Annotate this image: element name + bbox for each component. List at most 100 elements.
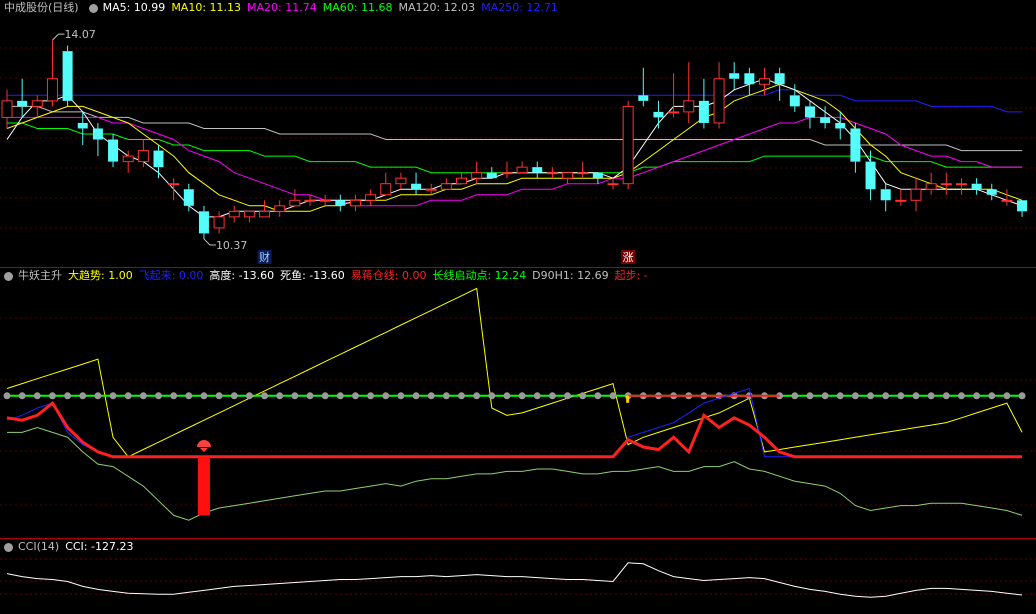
settings-circle-icon[interactable] bbox=[4, 271, 13, 281]
legend-item: MA250: 12.71 bbox=[481, 1, 558, 14]
legend-title: 中成股份(日线) bbox=[4, 1, 79, 14]
d90h1-dot bbox=[336, 392, 344, 400]
candle-body bbox=[213, 216, 225, 229]
d90h1-dot bbox=[957, 392, 965, 400]
candlestick-chart: 14.07 10.37 财 涨 bbox=[0, 28, 1036, 264]
d90h1-dot bbox=[306, 392, 314, 400]
candle-body bbox=[17, 100, 28, 107]
candle-body bbox=[592, 172, 603, 179]
candle-body bbox=[153, 150, 164, 168]
d90h1-dot bbox=[367, 392, 375, 400]
candle-body bbox=[274, 205, 286, 212]
d90h1-dot bbox=[912, 392, 920, 400]
d90h1-dot bbox=[291, 392, 299, 400]
d90h1-dot bbox=[927, 392, 935, 400]
candle-body bbox=[986, 189, 997, 195]
candle-body bbox=[774, 73, 785, 85]
candle-body bbox=[516, 166, 528, 174]
candle-body bbox=[365, 194, 377, 201]
d90h1-dot bbox=[215, 392, 223, 400]
legend-item: MA60: 11.68 bbox=[322, 1, 393, 14]
legend-item: D90H1: 12.69 bbox=[532, 269, 609, 282]
candle-body bbox=[698, 100, 709, 123]
d90h1-dot bbox=[155, 392, 162, 400]
high-label: 14.07 bbox=[64, 28, 96, 41]
settings-circle-icon[interactable] bbox=[4, 542, 13, 552]
candle-body bbox=[395, 177, 407, 185]
legend-item: MA5: 10.99 bbox=[102, 1, 166, 14]
high-marker bbox=[52, 33, 65, 41]
cci-chart bbox=[0, 558, 1036, 598]
d90h1-dot bbox=[942, 392, 950, 400]
cci-title: CCI(14) bbox=[18, 540, 60, 553]
indicator-legend-items: 大趋势: 1.00 飞起来: 0.00 高度: -13.60 死鱼: -13.60 易蒋… bbox=[68, 268, 654, 284]
cci-legend: CCI(14) CCI: -127.23 bbox=[0, 539, 139, 555]
d90h1-dot bbox=[806, 392, 814, 400]
candle-body bbox=[850, 128, 861, 162]
d90h1-dot bbox=[791, 392, 799, 400]
d90h1-dot bbox=[851, 392, 859, 400]
d90h1-dot bbox=[473, 392, 481, 400]
d90h1-dot bbox=[94, 392, 102, 400]
candle-body bbox=[259, 210, 271, 218]
candle-body bbox=[471, 172, 483, 179]
candle-body bbox=[683, 100, 695, 113]
d90h1-dot bbox=[1018, 392, 1026, 400]
signal-cap-icon bbox=[196, 440, 211, 448]
settings-circle-icon[interactable] bbox=[88, 3, 98, 13]
d90h1-dot bbox=[261, 392, 269, 400]
d90h1-dot bbox=[230, 392, 238, 400]
ma5-line bbox=[6, 78, 1023, 218]
d90h1-dot bbox=[276, 392, 284, 400]
candle-body bbox=[92, 128, 103, 140]
d90h1-dot bbox=[518, 392, 526, 400]
candle-body bbox=[865, 161, 876, 190]
candle-body bbox=[425, 188, 437, 191]
legend-item: MA20: 11.74 bbox=[247, 1, 317, 14]
ma-legend-items: MA5: 10.99 MA10: 11.13 MA20: 11.74 MA60: 11… bbox=[103, 0, 564, 16]
d90h1-dot bbox=[594, 392, 602, 400]
candle-body bbox=[243, 210, 255, 218]
candle-body bbox=[910, 188, 922, 201]
legend-item: 易蒋仓线: 0.00 bbox=[350, 269, 427, 282]
cci-line bbox=[6, 562, 1023, 598]
d90h1-dot bbox=[382, 392, 390, 400]
legend-item: 死鱼: -13.60 bbox=[280, 269, 345, 282]
main-chart-legend: 中成股份(日线) MA5: 10.99 MA10: 11.13 MA20: 11.7… bbox=[0, 0, 564, 16]
candle-body bbox=[713, 78, 725, 124]
d90h1-dot bbox=[973, 392, 981, 400]
candle-body bbox=[789, 95, 800, 107]
legend-item: 大趋势: 1.00 bbox=[68, 269, 133, 282]
d90h1-dot bbox=[18, 392, 26, 400]
d90h1-dot bbox=[821, 392, 829, 400]
d90h1-dot bbox=[48, 392, 56, 400]
legend-item: MA120: 12.03 bbox=[398, 1, 476, 14]
d90h1-dot bbox=[882, 392, 890, 400]
candle-body bbox=[108, 139, 119, 162]
d90h1-dot bbox=[124, 392, 132, 400]
legend-item: 长线启动点: 12.24 bbox=[432, 269, 527, 282]
candle-body bbox=[122, 155, 134, 163]
candle-body bbox=[820, 117, 831, 123]
legend-item: MA10: 11.13 bbox=[171, 1, 242, 14]
candle-body bbox=[562, 172, 574, 179]
indicator-title: 牛妖主升 bbox=[18, 269, 62, 282]
candle-body bbox=[319, 199, 331, 202]
d90h1-dot bbox=[867, 392, 875, 400]
candle-body bbox=[955, 183, 967, 186]
candle-body bbox=[804, 106, 815, 118]
candle-body bbox=[653, 111, 664, 118]
candle-body bbox=[456, 177, 467, 185]
candle-body bbox=[940, 183, 952, 186]
d90h1-dot bbox=[609, 392, 617, 400]
d90h1-dot bbox=[139, 392, 147, 400]
d90h1-dot bbox=[533, 392, 541, 400]
d90h1-dot bbox=[351, 392, 359, 400]
d90h1-dot bbox=[458, 392, 465, 400]
candle-body bbox=[607, 183, 619, 186]
candle-body bbox=[349, 199, 361, 207]
candle-body bbox=[440, 183, 452, 190]
indicator-legend: 牛妖主升 大趋势: 1.00 飞起来: 0.00 高度: -13.60 死鱼: -13… bbox=[0, 268, 654, 284]
candle-body bbox=[228, 210, 240, 218]
candle-body bbox=[380, 183, 392, 196]
